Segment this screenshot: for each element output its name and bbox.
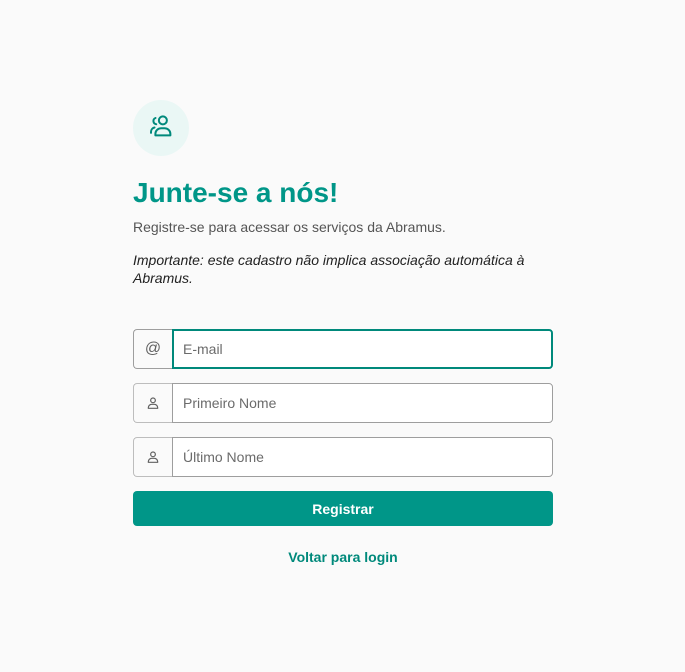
last-name-input[interactable] xyxy=(172,437,553,477)
last-name-field-group xyxy=(133,437,553,477)
register-panel: Junte-se a nós! Registre-se para acessar… xyxy=(133,100,553,565)
users-icon xyxy=(146,111,176,146)
page-subtitle: Registre-se para acessar os serviços da … xyxy=(133,219,446,235)
user-icon xyxy=(133,383,172,423)
register-form: @ Registrar Voltar para login xyxy=(133,329,553,565)
register-button[interactable]: Registrar xyxy=(133,491,553,526)
important-notice: Importante: este cadastro não implica as… xyxy=(133,252,525,286)
header-avatar xyxy=(133,100,189,156)
back-to-login-link[interactable]: Voltar para login xyxy=(133,549,553,565)
page-title: Junte-se a nós! xyxy=(133,177,339,208)
email-field-group: @ xyxy=(133,329,553,369)
at-sign-icon: @ xyxy=(133,329,172,369)
user-icon xyxy=(133,437,172,477)
first-name-input[interactable] xyxy=(172,383,553,423)
first-name-field-group xyxy=(133,383,553,423)
email-input[interactable] xyxy=(172,329,553,369)
